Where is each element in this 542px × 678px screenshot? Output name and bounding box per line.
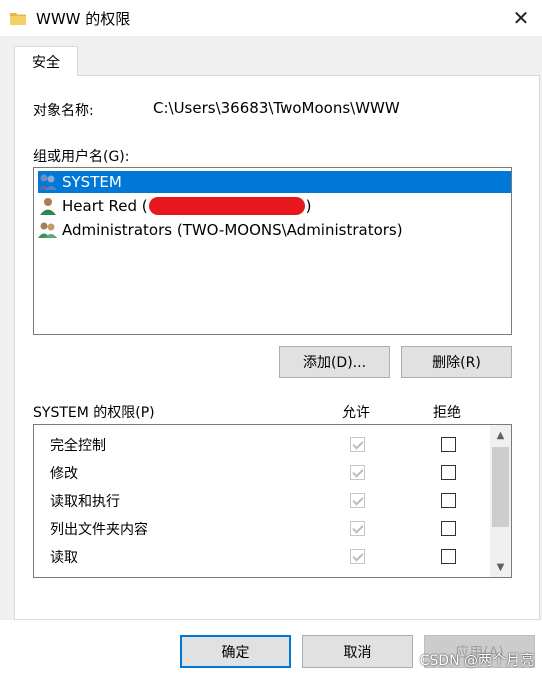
permission-name: 修改 [50, 466, 78, 482]
permission-row: 列出文件夹内容 [34, 515, 490, 543]
list-item-heart-red[interactable]: Heart Red ( ) [38, 195, 511, 217]
folder-icon [10, 13, 26, 25]
groups-label: 组或用户名(G): [33, 149, 130, 165]
list-item-suffix: ) [305, 197, 312, 215]
list-item-label: SYSTEM [62, 173, 122, 191]
window-title: WWW 的权限 [36, 10, 131, 28]
permission-row-partial [34, 571, 490, 578]
scrollbar-thumb[interactable] [492, 447, 509, 527]
deny-checkbox[interactable] [441, 549, 456, 564]
permission-row: 读取和执行 [34, 487, 490, 515]
permissions-table: 完全控制 修改 读取和执行 列出文件夹内容 读取 [33, 424, 512, 578]
permissions-scrollbar[interactable]: ▲ ▼ [490, 425, 511, 577]
tab-security-label: 安全 [32, 54, 60, 71]
close-button[interactable]: ✕ [500, 0, 542, 36]
tab-security[interactable]: 安全 [14, 46, 78, 76]
object-name-label: 对象名称: [33, 103, 94, 119]
list-item-administrators[interactable]: Administrators (TWO-MOONS\Administrators… [38, 219, 511, 241]
permission-name: 完全控制 [50, 438, 106, 454]
permission-row: 读取 [34, 543, 490, 571]
redaction-mark [148, 197, 305, 215]
users-listbox[interactable]: SYSTEM Heart Red ( ) Administrators (TWO… [33, 167, 512, 335]
add-button[interactable]: 添加(D)... [279, 346, 390, 378]
group-icon [38, 222, 57, 238]
allow-checkbox[interactable] [350, 549, 365, 564]
close-icon: ✕ [512, 6, 530, 30]
cancel-button[interactable]: 取消 [302, 635, 413, 668]
permission-row: 修改 [34, 459, 490, 487]
permission-row: 完全控制 [34, 431, 490, 459]
allow-checkbox[interactable] [350, 437, 365, 452]
allow-header: 允许 [342, 405, 370, 421]
deny-checkbox[interactable] [441, 577, 456, 578]
permission-name: 读取和执行 [50, 494, 120, 510]
deny-checkbox[interactable] [441, 465, 456, 480]
allow-checkbox[interactable] [350, 577, 365, 578]
permissions-label: SYSTEM 的权限(P) [33, 405, 155, 421]
list-item-label: Heart Red ( [62, 197, 148, 215]
ok-button[interactable]: 确定 [180, 635, 291, 668]
deny-checkbox[interactable] [441, 493, 456, 508]
deny-checkbox[interactable] [441, 521, 456, 536]
watermark: CSDN @两个月亮 [419, 653, 534, 669]
deny-header: 拒绝 [433, 405, 461, 421]
list-item-system[interactable]: SYSTEM [38, 171, 511, 193]
allow-checkbox[interactable] [350, 493, 365, 508]
list-item-label: Administrators (TWO-MOONS\Administrators… [62, 221, 403, 239]
permission-name: 列出文件夹内容 [50, 522, 148, 538]
object-name-value: C:\Users\36683\TwoMoons\WWW [153, 99, 400, 117]
chevron-up-icon[interactable]: ▲ [490, 425, 511, 445]
allow-checkbox[interactable] [350, 465, 365, 480]
group-icon [38, 174, 57, 190]
remove-button[interactable]: 删除(R) [401, 346, 512, 378]
user-icon [40, 198, 56, 215]
deny-checkbox[interactable] [441, 437, 456, 452]
chevron-down-icon[interactable]: ▼ [490, 557, 511, 577]
permission-name: 读取 [50, 550, 78, 566]
allow-checkbox[interactable] [350, 521, 365, 536]
